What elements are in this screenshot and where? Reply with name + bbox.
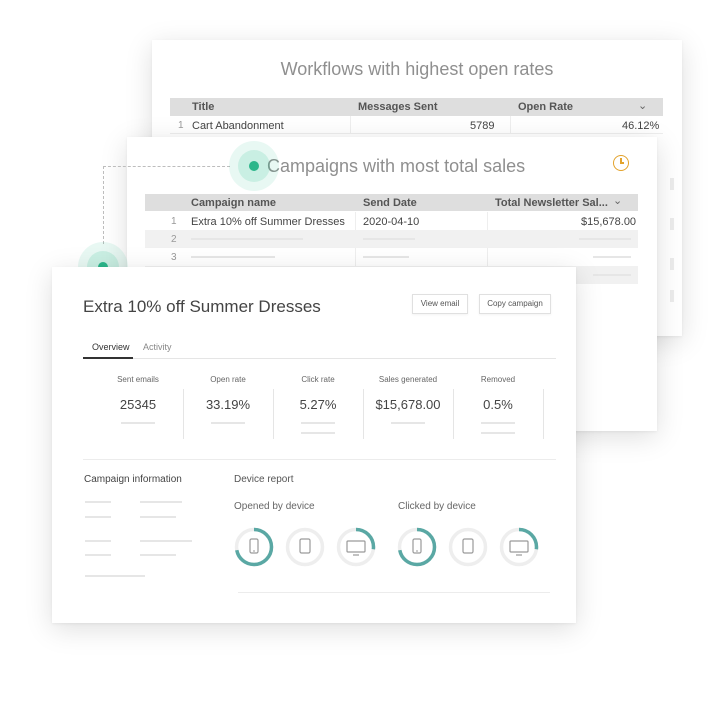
desktop-icon: [346, 540, 366, 556]
placeholder-line: [140, 554, 176, 556]
placeholder-line: [85, 575, 145, 577]
column-divider: [350, 116, 351, 134]
stat-value: $15,678.00: [375, 397, 441, 412]
stat-value: 25345: [119, 397, 157, 412]
mobile-icon: [249, 538, 259, 554]
send-date: 2020-04-10: [363, 216, 420, 228]
opened-mobile-donut: [233, 526, 275, 568]
stat-label: Removed: [480, 375, 516, 384]
placeholder-line: [579, 238, 631, 240]
clicked-mobile-donut: [396, 526, 438, 568]
column-messages-sent[interactable]: Messages Sent: [358, 101, 437, 113]
stat-sent-emails: Sent emails 25345: [93, 375, 183, 441]
stat-sales-generated: Sales generated $15,678.00: [363, 375, 453, 441]
column-open-rate[interactable]: Open Rate: [518, 101, 573, 113]
placeholder-mark: [670, 258, 674, 270]
placeholder-line: [363, 256, 409, 258]
placeholder-line: [85, 516, 111, 518]
desktop-icon: [509, 540, 529, 556]
placeholder-line: [85, 501, 111, 503]
placeholder-line: [481, 432, 515, 434]
column-send-date[interactable]: Send Date: [363, 197, 417, 209]
row-number: 1: [178, 120, 184, 131]
stat-click-rate: Click rate 5.27%: [273, 375, 363, 441]
column-divider: [510, 116, 511, 134]
clicked-tablet-donut: [447, 526, 489, 568]
clicked-desktop-donut: [498, 526, 540, 568]
view-email-button[interactable]: View email: [412, 294, 468, 314]
placeholder-line: [593, 256, 631, 258]
connector-line: [103, 166, 230, 244]
tab-bar: Overview Activity: [83, 337, 556, 359]
opened-tablet-donut: [284, 526, 326, 568]
placeholder-line: [191, 256, 275, 258]
table-row[interactable]: 1 Cart Abandonment 5789 46.12%: [170, 116, 663, 134]
device-report-title: Device report: [234, 474, 294, 485]
section-divider: [83, 459, 556, 460]
stat-open-rate: Open rate 33.19%: [183, 375, 273, 441]
placeholder-mark: [670, 218, 674, 230]
open-rate-value: 46.12%: [622, 120, 660, 132]
stat-label: Click rate: [301, 375, 335, 384]
clock-icon[interactable]: [613, 155, 629, 171]
campaign-information-title: Campaign information: [84, 474, 182, 485]
placeholder-line: [140, 540, 192, 542]
placeholder-line: [85, 540, 111, 542]
chevron-down-icon[interactable]: ⌄: [613, 194, 622, 207]
opened-desktop-donut: [335, 526, 377, 568]
placeholder-line: [211, 422, 245, 424]
stat-value: 0.5%: [483, 397, 513, 412]
workflows-table-header: Title Messages Sent Open Rate ⌄: [170, 98, 663, 116]
placeholder-mark: [670, 178, 674, 190]
stat-label: Sales generated: [378, 375, 438, 384]
placeholder-line: [301, 422, 335, 424]
highlight-dot: [229, 141, 279, 191]
mobile-icon: [412, 538, 422, 554]
stat-label: Sent emails: [117, 375, 159, 384]
table-row[interactable]: 3: [145, 248, 638, 266]
section-divider: [238, 592, 550, 593]
stat-label: Open rate: [210, 375, 246, 384]
placeholder-line: [363, 238, 415, 240]
campaign-detail-card: Extra 10% off Summer Dresses View email …: [52, 267, 576, 623]
clicked-by-device-title: Clicked by device: [398, 501, 476, 512]
active-tab-indicator: [83, 357, 133, 359]
placeholder-line: [391, 422, 425, 424]
placeholder-line: [301, 432, 335, 434]
placeholder-line: [140, 516, 176, 518]
placeholder-line: [140, 501, 182, 503]
column-total-sales[interactable]: Total Newsletter Sal...: [495, 197, 608, 209]
column-title[interactable]: Title: [192, 101, 214, 113]
tab-activity[interactable]: Activity: [143, 342, 172, 352]
stat-divider: [543, 389, 544, 439]
total-sales: $15,678.00: [581, 216, 637, 228]
row-number: 3: [171, 252, 177, 263]
tablet-icon: [299, 538, 311, 554]
campaign-title: Extra 10% off Summer Dresses: [83, 297, 321, 316]
placeholder-line: [481, 422, 515, 424]
placeholder-line: [121, 422, 155, 424]
stat-value: 33.19%: [205, 397, 251, 412]
placeholder-mark: [670, 290, 674, 302]
workflow-title: Cart Abandonment: [192, 120, 284, 132]
tablet-icon: [462, 538, 474, 554]
chevron-down-icon[interactable]: ⌄: [638, 99, 647, 112]
opened-by-device-title: Opened by device: [234, 501, 315, 512]
placeholder-line: [85, 554, 111, 556]
stat-value: 5.27%: [299, 397, 337, 412]
tab-overview[interactable]: Overview: [92, 342, 130, 352]
campaigns-title: Campaigns with most total sales: [267, 156, 526, 176]
stats-row: Sent emails 25345 Open rate 33.19% Click…: [93, 375, 544, 441]
copy-campaign-button[interactable]: Copy campaign: [479, 294, 551, 314]
placeholder-line: [593, 274, 631, 276]
messages-sent-value: 5789: [470, 120, 495, 132]
workflows-title: Workflows with highest open rates: [280, 59, 554, 79]
stat-removed: Removed 0.5%: [453, 375, 543, 441]
